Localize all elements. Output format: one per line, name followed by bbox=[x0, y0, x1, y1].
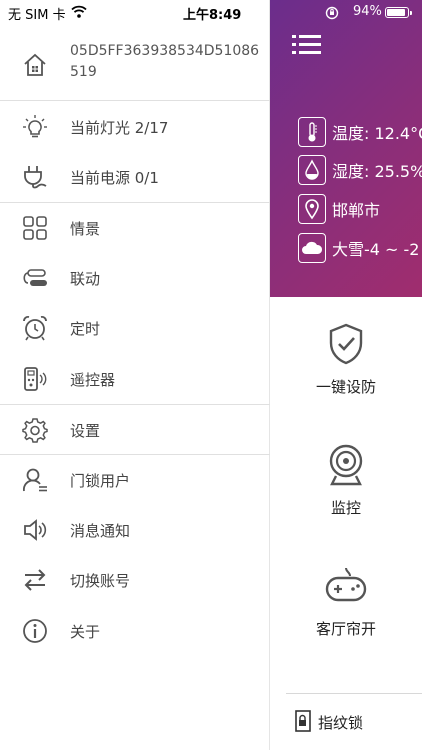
menu-label-timer: 定时 bbox=[70, 320, 101, 338]
carrier-text: 无 SIM 卡 bbox=[8, 8, 66, 23]
menu-label-scenes: 情景 bbox=[70, 220, 101, 238]
thermometer-icon bbox=[298, 117, 326, 147]
battery-icon bbox=[385, 7, 412, 18]
menu-label-remote: 遥控器 bbox=[70, 371, 116, 389]
remote-icon bbox=[22, 366, 48, 392]
temperature-text: 温度: 12.4°C bbox=[332, 124, 422, 143]
fingerprint-lock-button[interactable]: 指纹锁 bbox=[318, 712, 363, 733]
menu-label-lights: 当前灯光 2/17 bbox=[70, 119, 169, 137]
city-text: 邯郸市 bbox=[332, 201, 381, 220]
bottom-bar: 指纹锁 bbox=[286, 693, 422, 750]
menu-item-linkage[interactable]: 联动 bbox=[0, 253, 270, 303]
main-screen-panel: 94% 温度: 12.4°C 湿度: 25.5% 邯郸市 大雪-4 ~ -2 一… bbox=[270, 0, 422, 750]
menu-label-settings: 设置 bbox=[70, 422, 101, 440]
monitor-label: 监控 bbox=[330, 499, 361, 517]
humidity-row: 湿度: 25.5% bbox=[298, 155, 422, 185]
hamburger-menu-icon[interactable] bbox=[292, 32, 322, 62]
door-lock-icon bbox=[294, 710, 312, 736]
hero-banner: 94% 温度: 12.4°C 湿度: 25.5% 邯郸市 大雪-4 ~ -2 bbox=[270, 0, 422, 297]
alarm-clock-icon bbox=[22, 315, 48, 341]
curtain-tile[interactable]: 客厅帘开 bbox=[270, 564, 422, 639]
menu-label-about: 关于 bbox=[70, 623, 101, 641]
status-time: 上午8:49 bbox=[183, 8, 242, 23]
location-pin-icon bbox=[298, 194, 326, 224]
wifi-icon bbox=[71, 5, 87, 22]
menu-item-remote[interactable]: 遥控器 bbox=[0, 354, 270, 404]
curtain-label: 客厅帘开 bbox=[315, 620, 376, 638]
side-drawer: 无 SIM 卡 上午8:49 05D5FF363938534D51086519 … bbox=[0, 0, 270, 750]
bulb-icon bbox=[22, 114, 48, 140]
monitor-tile[interactable]: 监控 bbox=[270, 443, 422, 518]
menu-item-notifications[interactable]: 消息通知 bbox=[0, 505, 270, 555]
speaker-icon bbox=[22, 517, 48, 543]
info-icon bbox=[22, 618, 48, 644]
plug-icon bbox=[22, 164, 48, 190]
forecast-text: 大雪-4 ~ -2 bbox=[332, 240, 420, 259]
menu-item-switch-account[interactable]: 切换账号 bbox=[0, 555, 270, 605]
link-icon bbox=[22, 265, 48, 291]
menu-label-linkage: 联动 bbox=[70, 270, 101, 288]
arm-security-label: 一键设防 bbox=[315, 378, 376, 396]
menu-item-settings[interactable]: 设置 bbox=[0, 405, 270, 455]
water-drop-icon bbox=[298, 155, 326, 185]
city-row: 邯郸市 bbox=[298, 194, 380, 224]
gamepad-icon bbox=[270, 564, 422, 612]
menu-item-timer[interactable]: 定时 bbox=[0, 303, 270, 353]
user-icon bbox=[22, 467, 48, 493]
menu-item-lock-users[interactable]: 门锁用户 bbox=[0, 455, 270, 505]
home-icon bbox=[22, 52, 48, 82]
cloud-icon bbox=[298, 233, 326, 263]
swap-icon bbox=[22, 567, 48, 593]
menu-item-lights[interactable]: 当前灯光 2/17 bbox=[0, 102, 270, 152]
menu-label-switch-account: 切换账号 bbox=[70, 572, 131, 590]
device-header[interactable]: 05D5FF363938534D51086519 bbox=[0, 30, 270, 101]
menu-label-notifications: 消息通知 bbox=[70, 522, 131, 540]
forecast-row: 大雪-4 ~ -2 bbox=[298, 233, 420, 263]
menu-label-power: 当前电源 0/1 bbox=[70, 169, 159, 187]
orientation-lock-icon bbox=[325, 6, 339, 24]
webcam-icon bbox=[270, 443, 422, 491]
menu-item-power[interactable]: 当前电源 0/1 bbox=[0, 152, 270, 202]
humidity-text: 湿度: 25.5% bbox=[332, 162, 422, 181]
device-id: 05D5FF363938534D51086519 bbox=[70, 43, 260, 80]
gear-icon bbox=[22, 417, 48, 443]
menu-label-lock-users: 门锁用户 bbox=[70, 472, 131, 490]
battery-percent: 94% bbox=[353, 4, 382, 19]
arm-security-tile[interactable]: 一键设防 bbox=[270, 322, 422, 397]
status-bar-left: 无 SIM 卡 bbox=[8, 4, 87, 23]
menu-item-scenes[interactable]: 情景 bbox=[0, 203, 270, 253]
shield-check-icon bbox=[270, 322, 422, 370]
menu-item-about[interactable]: 关于 bbox=[0, 606, 270, 656]
grid-icon bbox=[22, 215, 48, 241]
temperature-row: 温度: 12.4°C bbox=[298, 117, 422, 147]
status-bar-right: 94% bbox=[270, 4, 422, 22]
